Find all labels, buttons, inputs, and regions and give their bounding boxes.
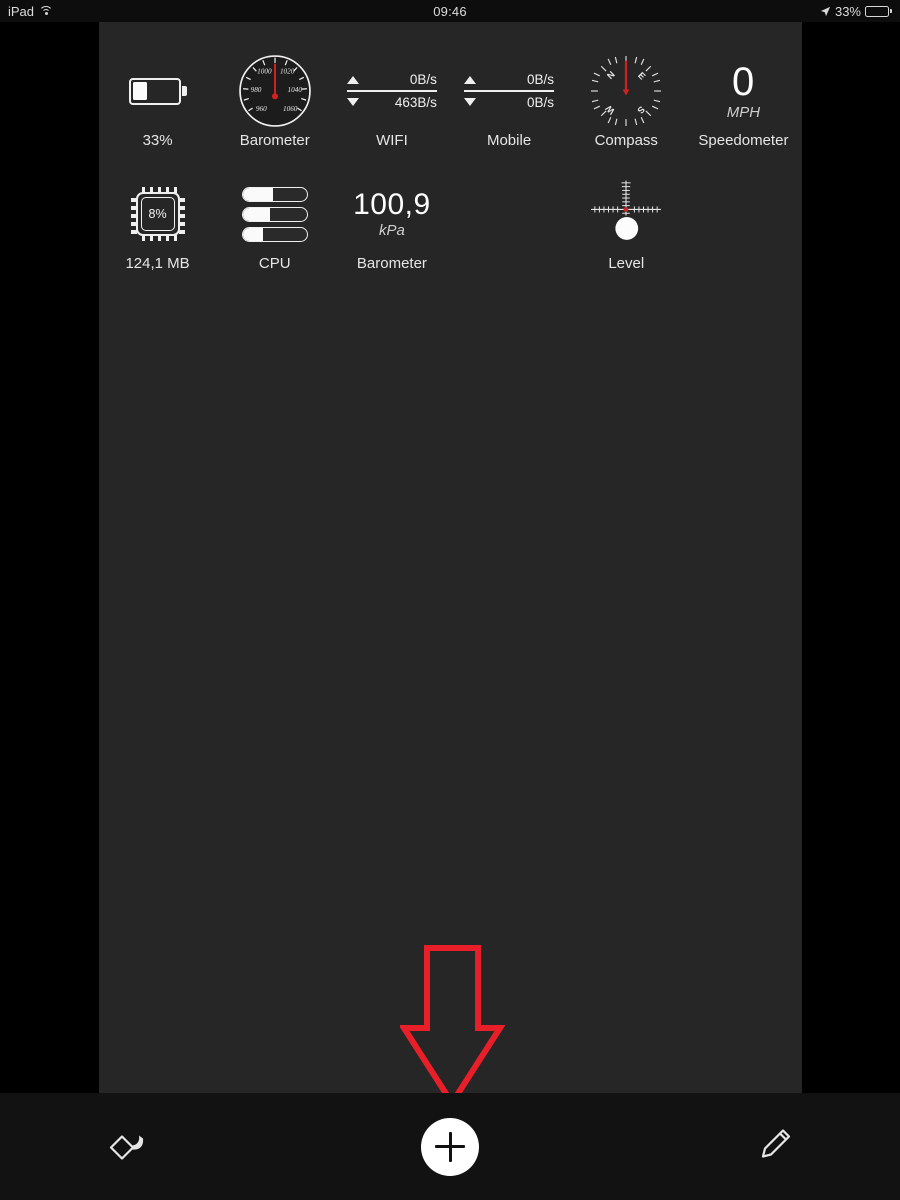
widget-speedometer[interactable]: 0 MPH Speedometer [685,52,802,157]
wifi-download-value: 463B/s [394,94,437,110]
chip-pin [149,187,154,193]
dial-tick-960: 960 [256,105,267,113]
memory-chip-icon: 8% [99,175,216,253]
chip-pin [178,214,185,218]
chip-pin [130,214,137,218]
location-arrow-icon [820,6,831,16]
chip-pin [165,235,170,241]
down-arrow-annotation [400,945,505,1107]
chip-pin [178,222,185,226]
speedometer-unit: MPH [726,103,761,121]
widget-wifi-label: WIFI [376,132,408,149]
chip-pin [173,187,178,193]
widget-barometer-value[interactable]: 100,9 kPa Barometer [333,175,450,280]
widget-compass-label: Compass [594,132,658,149]
dial-tick-1040: 1040 [287,86,302,94]
widget-level[interactable]: Level [568,175,685,280]
chip-pin [178,198,185,202]
level-center-marker [623,207,629,212]
widget-cpu-label: CPU [258,255,291,272]
speedometer-value-icon: 0 MPH [685,52,802,130]
widget-memory-label: 124,1 MB [125,255,190,272]
chip-pin [157,187,162,193]
widget-battery[interactable]: 33% [99,52,216,157]
add-widget-button[interactable] [421,1117,479,1176]
compass-icon: N E S W [568,52,685,130]
battery-icon [865,5,892,17]
widget-panel: 33% 1000 1020 980 1040 960 1060 Baromete… [99,22,802,1093]
chip-pin [173,235,178,241]
widget-wifi[interactable]: 0B/s 463B/s WIFI [333,52,450,157]
widget-level-label: Level [608,255,645,272]
compass-west-label: W [604,103,617,116]
bottom-toolbar [0,1093,900,1200]
widget-barometer-dial[interactable]: 1000 1020 980 1040 960 1060 Barometer [216,52,333,157]
chip-pin [141,235,146,241]
download-arrow-icon [346,98,359,107]
wifi-speed-icon: 0B/s 463B/s [333,52,450,130]
chip-pin [165,187,170,193]
paint-bucket-icon [109,1134,144,1160]
widget-compass[interactable]: N E S W Compass [568,52,685,157]
compass-north-label: N [605,69,617,81]
edit-button[interactable] [755,1124,795,1169]
battery-widget-icon [99,52,216,130]
dial-tick-1000: 1000 [257,68,272,76]
barometer-value-icon: 100,9 kPa [333,175,450,253]
widget-memory[interactable]: 8% 124,1 MB [99,175,216,280]
dial-tick-1060: 1060 [283,105,298,113]
chip-pin [130,222,137,226]
widget-grid: 33% 1000 1020 980 1040 960 1060 Baromete… [99,52,802,280]
mobile-speed-icon: 0B/s 0B/s [450,52,567,130]
compass-south-label: S [636,104,647,115]
theme-button[interactable] [105,1123,147,1170]
chip-pin [130,198,137,202]
widget-cpu[interactable]: CPU [216,175,333,280]
chip-pin [178,230,185,234]
widget-speedometer-label: Speedometer [698,132,789,149]
chip-pin [157,235,162,241]
speedometer-value: 0 [732,59,755,104]
level-bubble [615,217,639,240]
pencil-icon [761,1128,791,1158]
plus-icon-vertical [448,1131,452,1162]
dial-tick-1020: 1020 [280,68,295,76]
widget-mobile[interactable]: 0B/s 0B/s Mobile [450,52,567,157]
upload-arrow-icon [464,75,477,84]
clock-label: 09:46 [433,3,467,19]
widget-barometer-dial-label: Barometer [239,132,310,149]
dial-tick-980: 980 [250,86,261,94]
mobile-download-value: 0B/s [527,94,555,110]
widget-mobile-label: Mobile [486,132,532,149]
memory-usage-value: 8% [140,197,175,231]
status-bar: iPad 09:46 33% [0,0,900,22]
chip-pin [141,187,146,193]
battery-percent-label: 33% [834,3,861,19]
chip-pin [130,206,137,210]
status-bar-right: 33% [820,4,892,19]
level-icon [568,175,685,253]
download-arrow-icon [464,98,477,107]
barometer-dial-icon: 1000 1020 980 1040 960 1060 [216,52,333,130]
chip-pin [130,230,137,234]
chip-pin [178,206,185,210]
upload-arrow-icon [346,75,359,84]
mobile-upload-value: 0B/s [527,72,555,88]
barometer-unit: kPa [378,221,405,239]
widget-barometer-value-label: Barometer [356,255,427,272]
cpu-bars-icon [216,175,333,253]
barometer-value: 100,9 [353,187,431,221]
wifi-upload-value: 0B/s [409,72,437,88]
compass-east-label: E [636,70,647,81]
widget-battery-label: 33% [142,132,173,149]
chip-pin [149,235,154,241]
